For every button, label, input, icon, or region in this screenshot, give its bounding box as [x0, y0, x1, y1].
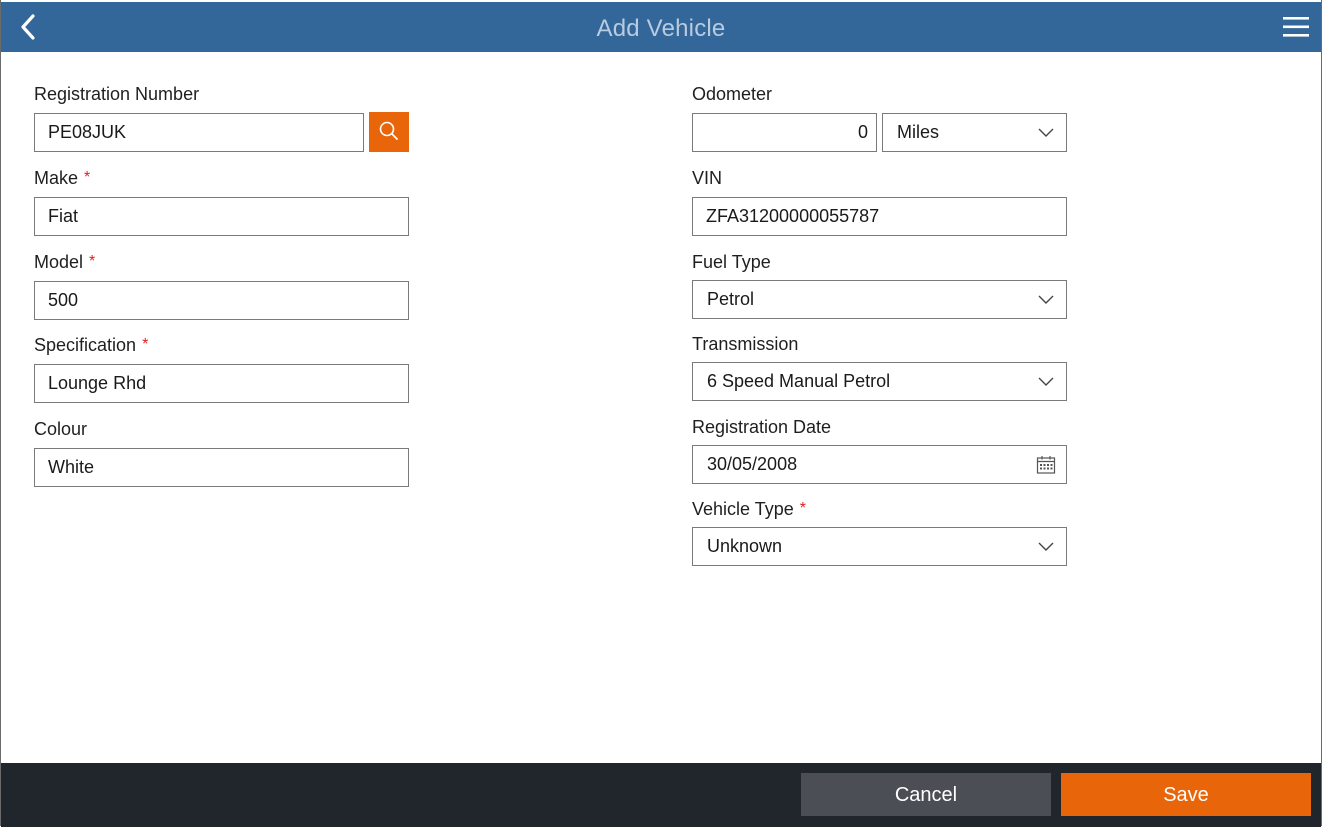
search-icon	[379, 121, 398, 140]
menu-button[interactable]	[1281, 14, 1311, 40]
vin-label: VIN	[692, 168, 722, 189]
vehicle-type-label-text: Vehicle Type	[692, 499, 794, 519]
model-label-text: Model	[34, 252, 84, 272]
make-label-text: Make	[34, 168, 79, 188]
registration-date-value: 30/05/2008	[707, 454, 798, 474]
odometer-label: Odometer	[692, 84, 772, 105]
specification-input[interactable]: Lounge Rhd	[34, 364, 409, 403]
hamburger-menu-icon	[1283, 17, 1309, 37]
odometer-unit-value: Miles	[897, 122, 940, 142]
chevron-down-icon	[1038, 128, 1054, 137]
chevron-down-icon	[1038, 295, 1054, 304]
fuel-type-label: Fuel Type	[692, 252, 771, 273]
vehicle-type-label: Vehicle Type *	[692, 499, 806, 520]
calendar-icon[interactable]	[1036, 455, 1056, 475]
transmission-label: Transmission	[692, 334, 798, 355]
colour-label: Colour	[34, 419, 87, 440]
specification-label: Specification *	[34, 335, 148, 356]
specification-label-text: Specification	[34, 335, 137, 355]
model-label: Model *	[34, 252, 95, 273]
registration-date-label: Registration Date	[692, 417, 831, 438]
make-label: Make *	[34, 168, 90, 189]
required-marker: *	[142, 336, 149, 353]
header-bar: Add Vehicle	[1, 2, 1321, 52]
registration-date-label-text: Registration Date	[692, 417, 832, 437]
vin-input[interactable]: ZFA31200000055787	[692, 197, 1067, 236]
vin-label-text: VIN	[692, 168, 723, 188]
footer-bar: Cancel Save	[1, 763, 1321, 827]
odometer-label-text: Odometer	[692, 84, 773, 104]
registration-number-input[interactable]: PE08JUK	[34, 113, 364, 152]
chevron-down-icon	[1038, 377, 1054, 386]
registration-date-input[interactable]: 30/05/2008	[692, 445, 1067, 484]
transmission-select[interactable]: 6 Speed Manual Petrol	[692, 362, 1067, 401]
odometer-unit-select[interactable]: Miles	[882, 113, 1067, 152]
chevron-down-icon	[1038, 542, 1054, 551]
registration-search-button[interactable]	[369, 112, 409, 152]
fuel-type-select[interactable]: Petrol	[692, 280, 1067, 319]
required-marker: *	[84, 169, 91, 186]
registration-number-label: Registration Number	[34, 84, 199, 105]
transmission-value: 6 Speed Manual Petrol	[707, 371, 891, 391]
save-button[interactable]: Save	[1061, 773, 1311, 816]
colour-input[interactable]: White	[34, 448, 409, 487]
registration-number-label-text: Registration Number	[34, 84, 200, 104]
vehicle-type-select[interactable]: Unknown	[692, 527, 1067, 566]
fuel-type-label-text: Fuel Type	[692, 252, 771, 272]
make-input[interactable]: Fiat	[34, 197, 409, 236]
model-input[interactable]: 500	[34, 281, 409, 320]
transmission-label-text: Transmission	[692, 334, 799, 354]
cancel-button[interactable]: Cancel	[801, 773, 1051, 816]
required-marker: *	[799, 500, 806, 517]
odometer-input[interactable]: 0	[692, 113, 877, 152]
vehicle-type-value: Unknown	[707, 536, 783, 556]
fuel-type-value: Petrol	[707, 289, 755, 309]
colour-label-text: Colour	[34, 419, 88, 439]
page-title: Add Vehicle	[596, 15, 726, 42]
required-marker: *	[89, 253, 96, 270]
